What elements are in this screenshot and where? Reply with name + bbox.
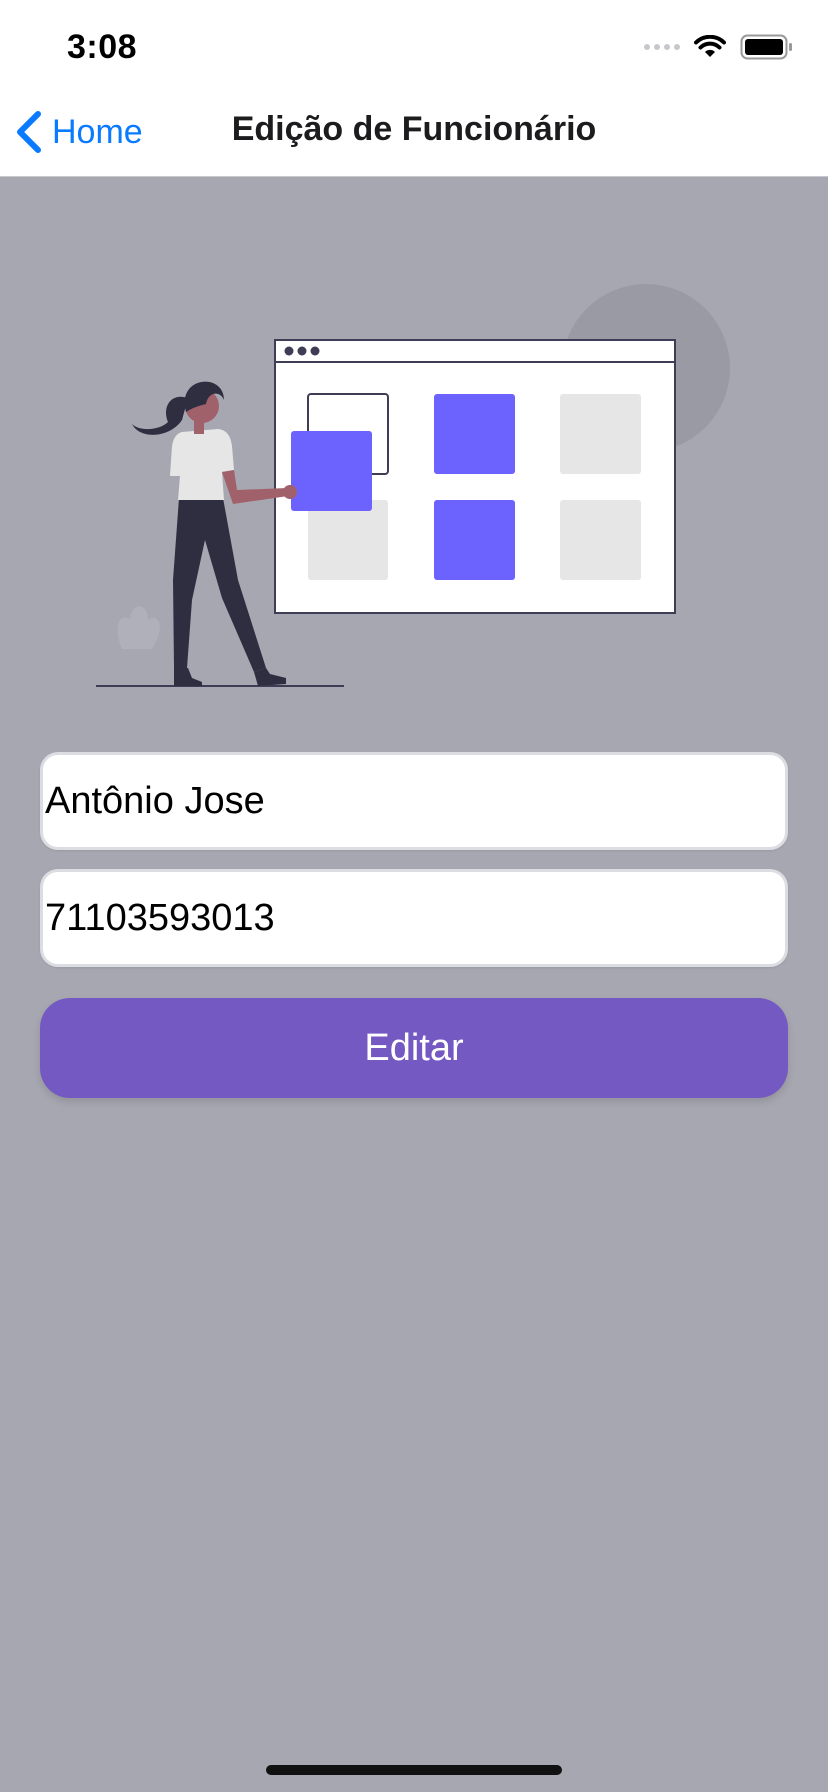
edit-button[interactable]: Editar [40, 998, 788, 1098]
top-bar: 3:08 Home Edição de Funcionário [0, 0, 828, 177]
status-time: 3:08 [67, 28, 138, 66]
battery-icon [740, 34, 792, 60]
status-icons [644, 34, 794, 60]
employee-phone-field[interactable] [40, 869, 788, 967]
wifi-icon [694, 35, 726, 57]
cellular-signal-icon [644, 44, 680, 50]
illustration-person-organizing-grid [96, 284, 730, 687]
employee-name-field[interactable] [40, 752, 788, 850]
page-title: Edição de Funcionário [231, 110, 597, 148]
home-indicator[interactable] [266, 1765, 562, 1775]
